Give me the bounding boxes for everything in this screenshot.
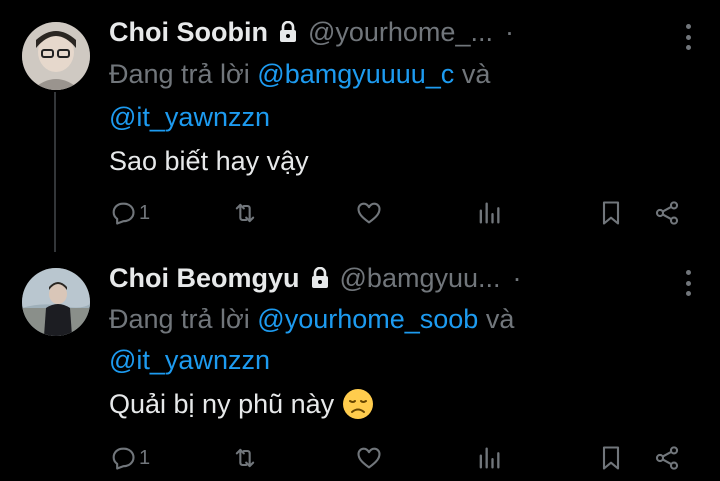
reply-conjunction: và	[461, 59, 491, 89]
display-name[interactable]: Choi Beomgyu	[109, 263, 300, 294]
share-button[interactable]	[653, 440, 681, 476]
views-icon	[479, 447, 500, 469]
tweet-actions: 1	[109, 440, 689, 476]
tweet-text: Quải bị ny phũ này	[109, 389, 335, 419]
bookmark-icon	[602, 446, 620, 470]
like-button[interactable]	[355, 440, 383, 476]
avatar[interactable]	[22, 22, 90, 90]
share-icon	[655, 446, 679, 470]
reply-button[interactable]: 1	[109, 195, 150, 231]
tweet-text-row: Quải bị ny phũ này	[109, 386, 374, 422]
mention-link[interactable]: @bamgyuuuu_c	[257, 59, 454, 89]
reply-context-cont: @it_yawnzzn	[109, 96, 270, 139]
reply-prefix: Đang trả lời	[109, 304, 250, 334]
avatar[interactable]	[22, 268, 90, 336]
bookmark-button[interactable]	[597, 440, 625, 476]
reply-count: 1	[139, 446, 151, 469]
lock-icon	[310, 267, 330, 289]
heart-icon	[357, 202, 381, 224]
retweet-button[interactable]	[231, 440, 259, 476]
retweet-icon	[235, 203, 255, 223]
bookmark-button[interactable]	[597, 195, 625, 231]
views-button[interactable]	[475, 440, 503, 476]
reply-prefix: Đang trả lời	[109, 59, 250, 89]
separator: ·	[512, 262, 522, 293]
tweet-actions: 1	[109, 195, 689, 231]
share-button[interactable]	[653, 195, 681, 231]
mention-link[interactable]: @it_yawnzzn	[109, 345, 270, 375]
mention-link[interactable]: @it_yawnzzn	[109, 102, 270, 132]
tweet-header: Choi Beomgyu @bamgyuu... ·	[109, 260, 522, 296]
disappointed-face-icon	[342, 388, 374, 420]
lock-icon	[278, 21, 298, 43]
reply-context: Đang trả lời @bamgyuuuu_c và	[109, 53, 490, 96]
display-name[interactable]: Choi Soobin	[109, 17, 268, 48]
more-icon[interactable]	[684, 270, 692, 296]
share-icon	[655, 201, 679, 225]
more-icon[interactable]	[684, 24, 692, 50]
user-handle[interactable]: @bamgyuu...	[340, 263, 501, 294]
separator: ·	[504, 16, 514, 47]
reply-icon	[112, 202, 135, 225]
retweet-button[interactable]	[231, 195, 259, 231]
heart-icon	[357, 447, 381, 469]
reply-icon	[112, 447, 135, 470]
views-icon	[479, 202, 500, 224]
reply-button[interactable]: 1	[109, 440, 150, 476]
reply-count: 1	[139, 201, 151, 224]
tweet[interactable]: Choi Beomgyu @bamgyuu... · Đang trả lời …	[0, 250, 720, 481]
user-handle[interactable]: @yourhome_...	[308, 17, 493, 48]
views-button[interactable]	[475, 195, 503, 231]
mention-link[interactable]: @yourhome_soob	[257, 304, 478, 334]
tweet-text: Sao biết hay vậy	[109, 146, 309, 176]
retweet-icon	[235, 448, 255, 468]
tweet-header: Choi Soobin @yourhome_... ·	[109, 14, 514, 50]
reply-conjunction: và	[485, 304, 515, 334]
reply-context-cont: @it_yawnzzn	[109, 339, 270, 382]
reply-context: Đang trả lời @yourhome_soob và	[109, 298, 514, 341]
tweet[interactable]: Choi Soobin @yourhome_... · Đang trả lời…	[0, 0, 720, 250]
bookmark-icon	[602, 201, 620, 225]
like-button[interactable]	[355, 195, 383, 231]
